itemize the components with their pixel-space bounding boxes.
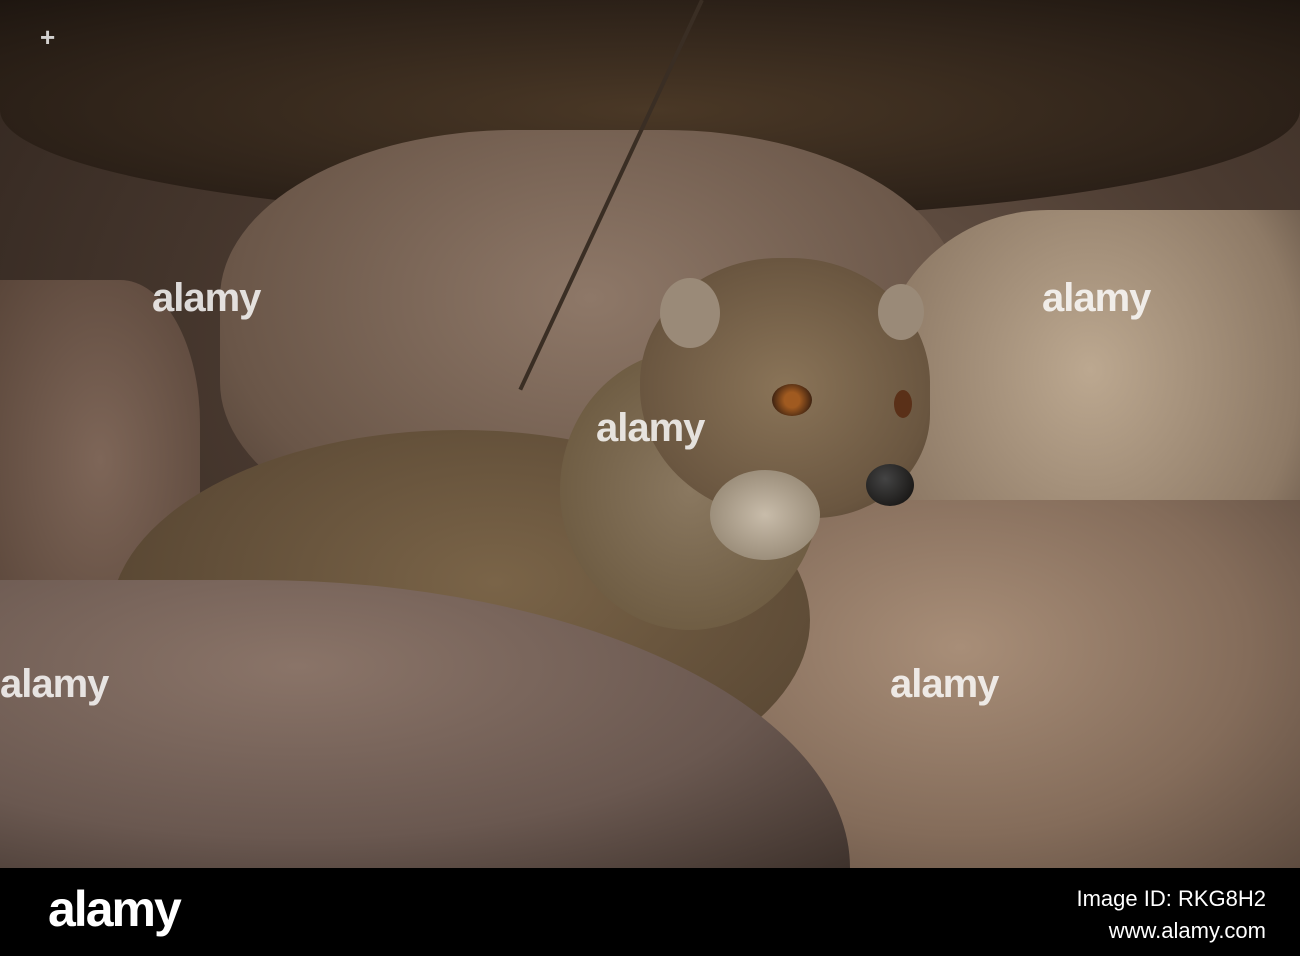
watermark: alamy [596,406,705,450]
watermark-mark: + [40,22,56,52]
mongoose-nose [866,464,914,506]
mongoose-ear-right [878,284,924,340]
site-url: www.alamy.com [1108,918,1266,943]
watermark: alamy [152,276,261,320]
footer-bar: alamy Image ID: RKG8H2 www.alamy.com [0,868,1300,956]
photo-frame: alamy alamy alamy alamy alamy + alamy Im… [0,0,1300,956]
watermark: alamy [0,662,109,706]
image-id: Image ID: RKG8H2 [1076,886,1266,911]
watermark: alamy [890,662,999,706]
mongoose-eye [772,384,812,416]
mongoose-ear-left [660,278,720,348]
mongoose-photo: alamy alamy alamy alamy alamy + [0,0,1300,868]
mongoose-throat [710,470,820,560]
watermark: alamy [1042,276,1151,320]
mongoose-eye-far [894,390,912,418]
alamy-logo: alamy [48,881,182,937]
